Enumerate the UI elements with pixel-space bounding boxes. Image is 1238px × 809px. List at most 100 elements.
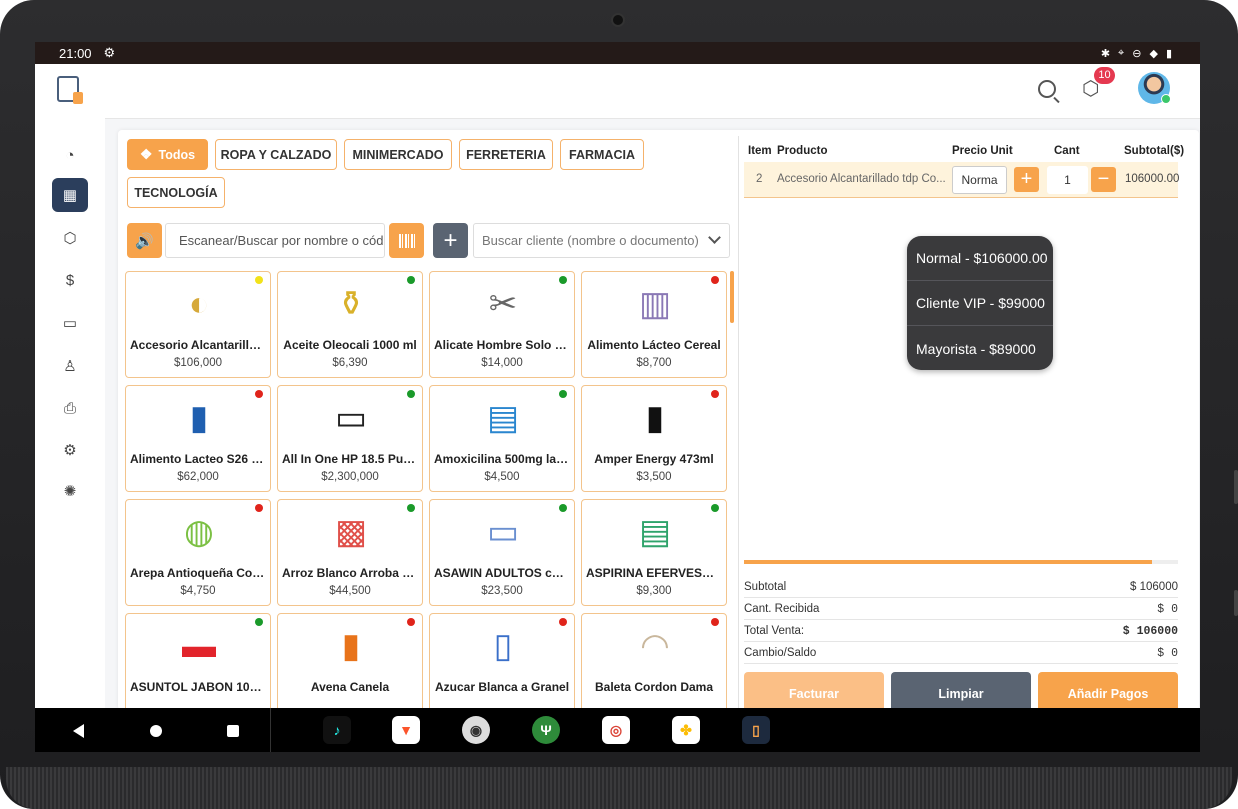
status-bar: 21:00 ⚙ ✱ ⌖ ⊖ ◆ ▮	[35, 42, 1200, 64]
price-type-select[interactable]: Norma	[952, 166, 1007, 194]
sound-toggle-button[interactable]: 🔊	[127, 223, 162, 258]
user-icon[interactable]: ♙	[52, 349, 88, 383]
sidebar: ◔ ▦ ⬡ $ ▭ ♙ ⎙ ⚙ ✺	[35, 64, 105, 708]
product-card[interactable]: ⚱ Aceite Oleocali 1000 ml $6,390	[277, 271, 423, 378]
settings-icon[interactable]: ⚙	[52, 433, 88, 467]
scan-search-input[interactable]	[165, 223, 385, 258]
stock-indicator	[711, 276, 719, 284]
product-name: Alicate Hombre Solo Grip	[434, 338, 570, 352]
col-item: Item	[748, 145, 772, 157]
barcode-icon	[398, 233, 415, 248]
notification-badge: 10	[1094, 67, 1115, 84]
scrollbar-thumb[interactable]	[730, 271, 734, 323]
product-card[interactable]: ▩ Arroz Blanco Arroba 12.5kg $44,500	[277, 499, 423, 606]
brave-browser-icon[interactable]: ▼	[392, 716, 420, 744]
tiktok-icon[interactable]: ♪	[323, 716, 351, 744]
home-icon[interactable]	[150, 725, 162, 737]
pliers-icon: ✂	[488, 285, 518, 323]
category-label: TECNOLOGÍA	[134, 185, 218, 200]
camera-app-icon[interactable]: ◉	[462, 716, 490, 744]
product-name: Accesorio Alcantarillado tdp Codo	[130, 338, 266, 352]
speaker-grille	[6, 767, 1232, 809]
stock-indicator	[559, 390, 567, 398]
category-tecnologia[interactable]: TECNOLOGÍA	[127, 177, 225, 208]
app-logo-icon[interactable]	[57, 76, 83, 104]
product-card[interactable]: ▮ Avena Canela	[277, 613, 423, 710]
inventory-box-icon[interactable]: ⬡	[52, 221, 88, 255]
product-card[interactable]: ▬ ASUNTOL JABON 100 gr	[125, 613, 271, 710]
product-card[interactable]: ▭ All In One HP 18.5 Pulgadas $2,300,000	[277, 385, 423, 492]
product-card[interactable]: ✂ Alicate Hombre Solo Grip $14,000	[429, 271, 575, 378]
recents-icon[interactable]	[227, 725, 239, 737]
category-label: FERRETERIA	[466, 147, 546, 162]
price-option-mayorista[interactable]: Mayorista - $89000	[907, 326, 1053, 370]
clock: 21:00	[59, 45, 92, 61]
barcode-scan-button[interactable]	[389, 223, 424, 258]
product-price: $6,390	[332, 357, 368, 369]
product-card[interactable]: ▤ ASPIRINA EFERVESCENTE $9,300	[581, 499, 727, 606]
qty-value[interactable]: 1	[1047, 166, 1088, 194]
category-ropa-calzado[interactable]: ROPA Y CALZADO	[215, 139, 337, 170]
google-photos-icon[interactable]: ✤	[672, 716, 700, 744]
product-price: $3,500	[636, 471, 672, 483]
client-search-select[interactable]: Buscar cliente (nombre o documento)	[473, 223, 730, 258]
shoes-icon: ◠	[640, 627, 670, 665]
cart-progress	[744, 560, 1178, 564]
stock-indicator	[407, 276, 415, 284]
search-icon[interactable]	[1038, 80, 1056, 98]
product-card[interactable]: ▮ Amper Energy 473ml $3,500	[581, 385, 727, 492]
food-app-icon[interactable]: Ψ	[532, 716, 560, 744]
cart-row-subtotal: 106000.00	[1125, 173, 1180, 185]
avatar[interactable]	[1138, 72, 1171, 104]
total-label: Subtotal	[744, 581, 787, 593]
category-label: MINIMERCADO	[352, 147, 444, 162]
product-card[interactable]: ▤ Amoxicilina 500mg la selva $4,500	[429, 385, 575, 492]
pos-qr-icon[interactable]: ▦	[52, 178, 88, 212]
oat-jar-icon: ▮	[341, 627, 361, 665]
category-farmacia[interactable]: FARMACIA	[560, 139, 644, 170]
pos-card: ❖ Todos ROPA Y CALZADO MINIMERCADO FERRE…	[118, 130, 1199, 716]
product-card[interactable]: ▮ Alimento Lacteo S26 Mama $62,000	[125, 385, 271, 492]
category-minimercado[interactable]: MINIMERCADO	[344, 139, 452, 170]
back-icon[interactable]	[73, 724, 84, 738]
stock-indicator	[559, 618, 567, 626]
oil-bottle-icon: ⚱	[336, 285, 366, 323]
dashboard-icon[interactable]: ◔	[52, 138, 88, 172]
wallet-icon[interactable]: ▭	[52, 306, 88, 340]
price-option-vip[interactable]: Cliente VIP - $99000	[907, 281, 1053, 326]
product-name: ASPIRINA EFERVESCENTE	[586, 566, 722, 580]
stock-indicator	[711, 618, 719, 626]
product-card[interactable]: ▯ Azucar Blanca a Granel	[429, 613, 575, 710]
product-name: Azucar Blanca a Granel	[434, 680, 570, 694]
product-card[interactable]: ▭ ASAWIN ADULTOS caja x 100 $23,500	[429, 499, 575, 606]
status-icons: ✱ ⌖ ⊖ ◆ ▮	[1101, 47, 1172, 60]
product-card[interactable]: ◠ Baleta Cordon Dama	[581, 613, 727, 710]
price-option-normal[interactable]: Normal - $106000.00	[907, 236, 1053, 281]
pos-app-icon[interactable]: ▯	[742, 716, 770, 744]
printer-icon[interactable]: ⎙	[52, 391, 88, 425]
product-card[interactable]: ◐ Accesorio Alcantarillado tdp Codo $106,0…	[125, 271, 271, 378]
tablet-frame: 21:00 ⚙ ✱ ⌖ ⊖ ◆ ▮ ◔ ▦ ⬡ $ ▭ ♙ ⎙ ⚙ ✺ ⬡ 10…	[0, 0, 1238, 809]
col-product: Producto	[777, 145, 828, 157]
product-card[interactable]: ▥ Alimento Lácteo Cereal $8,700	[581, 271, 727, 378]
chrome-icon[interactable]: ◎	[602, 716, 630, 744]
add-client-button[interactable]: +	[433, 223, 468, 258]
plus-icon: +	[1020, 168, 1033, 190]
total-label: Total Venta:	[744, 625, 805, 637]
product-grid: ◐ Accesorio Alcantarillado tdp Codo $106,0…	[125, 271, 730, 710]
product-price: $2,300,000	[321, 471, 379, 483]
qty-decrease-button[interactable]: −	[1091, 167, 1116, 192]
bug-icon[interactable]: ✺	[52, 474, 88, 508]
money-icon[interactable]: $	[52, 263, 88, 297]
top-header: ⬡ 10	[105, 64, 1200, 119]
qty-increase-button[interactable]: +	[1014, 167, 1039, 192]
stock-indicator	[407, 504, 415, 512]
product-card[interactable]: ◍ Arepa Antioqueña Con Queso $4,750	[125, 499, 271, 606]
product-price: $4,500	[484, 471, 520, 483]
category-ferreteria[interactable]: FERRETERIA	[459, 139, 553, 170]
totals-panel: Subtotal $ 106000 Cant. Recibida $ 0 Tot…	[744, 576, 1178, 664]
category-todos[interactable]: ❖ Todos	[127, 139, 208, 170]
product-name: Arroz Blanco Arroba 12.5kg	[282, 566, 418, 580]
total-value: $ 0	[1157, 647, 1178, 660]
location-icon: ⌖	[1118, 46, 1125, 59]
